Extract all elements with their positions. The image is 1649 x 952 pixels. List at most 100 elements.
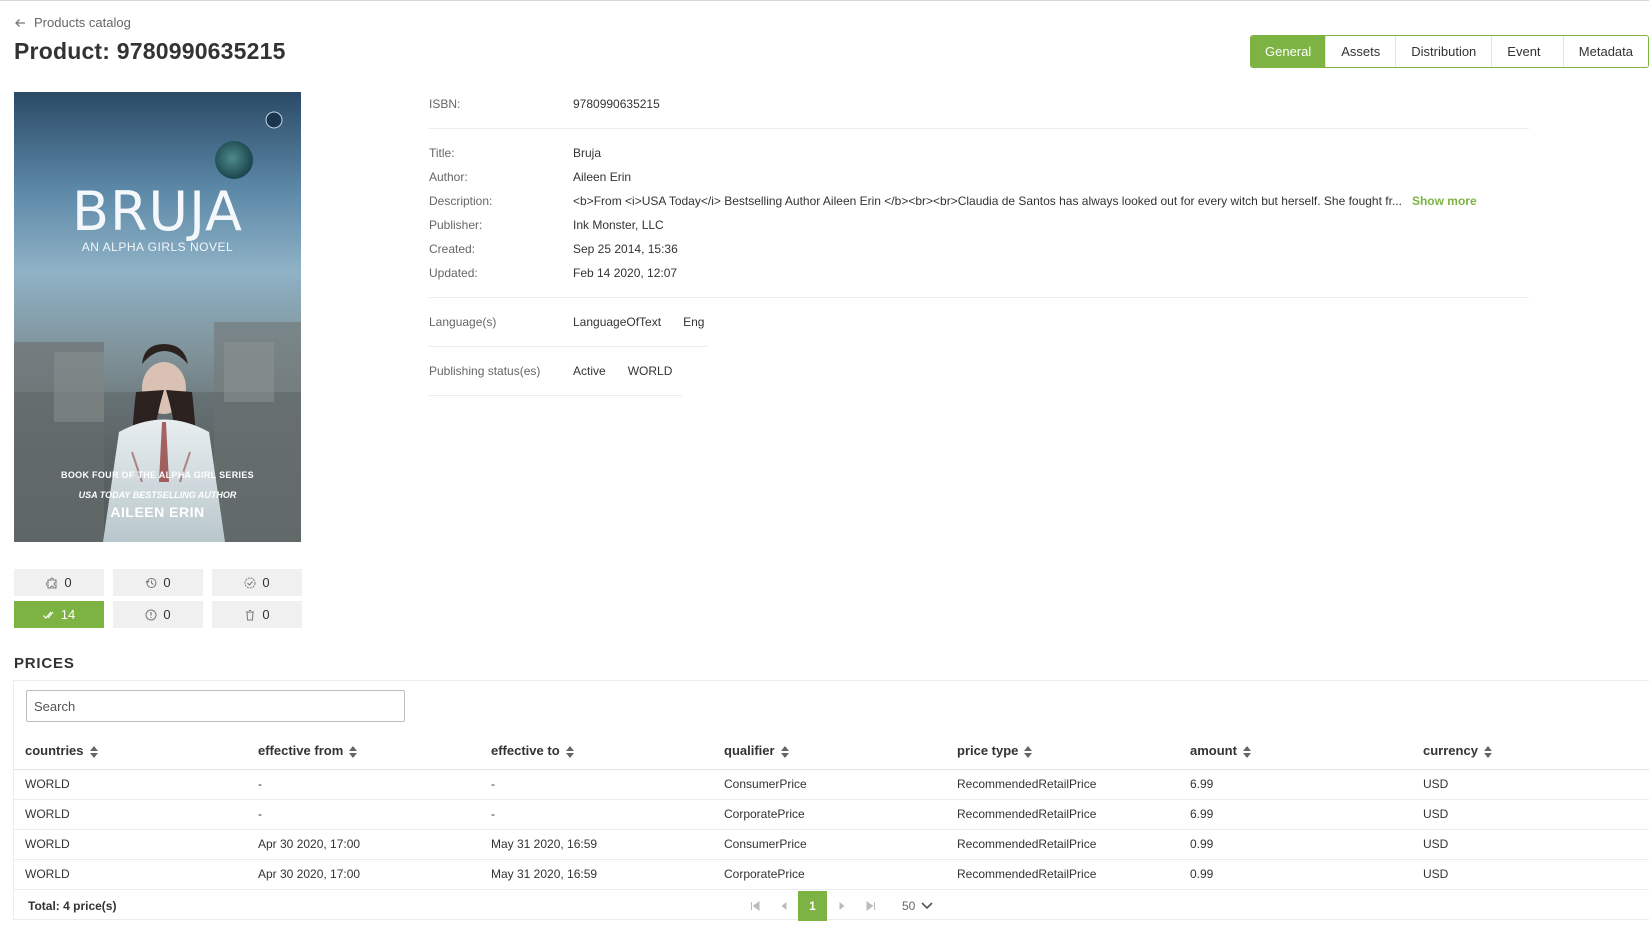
publisher-value: Ink Monster, LLC bbox=[573, 218, 664, 232]
cell-countries: WORLD bbox=[14, 799, 247, 830]
language-row: Language(s) LanguageOfText Eng bbox=[429, 315, 704, 329]
trash-icon bbox=[246, 609, 255, 620]
cell-amount: 6.99 bbox=[1179, 769, 1412, 800]
cell-effective-from: Apr 30 2020, 17:00 bbox=[247, 829, 480, 860]
cell-qualifier: ConsumerPrice bbox=[713, 829, 946, 860]
description-value: <b>From <i>USA Today</i> Bestselling Aut… bbox=[573, 194, 1402, 208]
table-row[interactable]: WORLD Apr 30 2020, 17:00 May 31 2020, 16… bbox=[14, 859, 1649, 890]
cell-amount: 6.99 bbox=[1179, 799, 1412, 830]
last-page-icon bbox=[866, 901, 875, 911]
cell-effective-to: - bbox=[480, 799, 713, 830]
cell-effective-from: - bbox=[247, 799, 480, 830]
counter-history[interactable]: 0 bbox=[113, 569, 203, 596]
title-value: Bruja bbox=[573, 146, 602, 160]
last-page-button[interactable] bbox=[856, 891, 885, 921]
prices-search-input[interactable] bbox=[26, 690, 405, 722]
sort-icon bbox=[1024, 745, 1033, 758]
status-region: WORLD bbox=[627, 364, 673, 378]
cell-effective-from: - bbox=[247, 769, 480, 800]
isbn-label: ISBN: bbox=[429, 97, 461, 111]
created-row: Created: Sep 25 2014, 15:36 bbox=[429, 242, 678, 256]
column-header-countries[interactable]: countries bbox=[14, 733, 247, 770]
first-page-icon bbox=[750, 901, 759, 911]
cover-subtitle: AN ALPHA GIRLS NOVEL bbox=[81, 240, 234, 254]
counter-puzzle[interactable]: 0 bbox=[14, 569, 104, 596]
publisher-label: Publisher: bbox=[429, 218, 483, 232]
cell-qualifier: CorporatePrice bbox=[713, 859, 946, 890]
table-row[interactable]: WORLD - - ConsumerPrice RecommendedRetai… bbox=[14, 769, 1649, 800]
column-header-price-type[interactable]: price type bbox=[946, 733, 1179, 770]
column-header-effective-from[interactable]: effective from bbox=[247, 733, 480, 770]
arrow-left-icon bbox=[15, 18, 25, 27]
first-page-button[interactable] bbox=[740, 891, 769, 921]
counter-alert[interactable]: 0 bbox=[113, 601, 203, 628]
cell-currency: USD bbox=[1412, 769, 1649, 800]
prev-page-button[interactable] bbox=[769, 891, 798, 921]
table-row[interactable]: WORLD Apr 30 2020, 17:00 May 31 2020, 16… bbox=[14, 829, 1649, 860]
column-header-currency[interactable]: currency bbox=[1412, 733, 1649, 770]
prices-heading: PRICES bbox=[14, 655, 75, 672]
cover-series: BOOK FOUR OF THE ALPHA GIRL SERIES bbox=[61, 470, 254, 480]
language-label: Language(s) bbox=[429, 315, 497, 329]
sort-icon bbox=[89, 745, 98, 758]
details-divider bbox=[429, 297, 1529, 298]
column-header-qualifier[interactable]: qualifier bbox=[713, 733, 946, 770]
back-link-label: Products catalog bbox=[34, 15, 131, 30]
check-circle-icon bbox=[244, 577, 256, 588]
tab-event-log[interactable]: Event log bbox=[1491, 36, 1563, 67]
column-header-amount[interactable]: amount bbox=[1179, 733, 1412, 770]
counter-history-value: 0 bbox=[163, 575, 171, 590]
table-header-row: countries effective from effective to qu… bbox=[14, 733, 1649, 770]
language-value: Eng bbox=[683, 315, 705, 329]
page-button-current[interactable]: 1 bbox=[798, 891, 827, 921]
counter-approved[interactable]: 14 bbox=[14, 601, 104, 628]
tab-bar: General Assets Distribution Event log Me… bbox=[1250, 35, 1649, 68]
cell-qualifier: ConsumerPrice bbox=[713, 769, 946, 800]
page-title: Product: 9780990635215 bbox=[14, 38, 286, 64]
table-row[interactable]: WORLD - - CorporatePrice RecommendedReta… bbox=[14, 799, 1649, 830]
author-row: Author: Aileen Erin bbox=[429, 170, 631, 184]
details-divider bbox=[429, 346, 707, 347]
author-value: Aileen Erin bbox=[573, 170, 632, 184]
status-value: Active bbox=[573, 364, 606, 378]
cell-currency: USD bbox=[1412, 859, 1649, 890]
sort-icon bbox=[780, 745, 789, 758]
status-row: Publishing status(es) Active WORLD bbox=[429, 364, 672, 378]
show-more-link[interactable]: Show more bbox=[1412, 194, 1477, 208]
details-divider bbox=[429, 395, 682, 396]
puzzle-icon bbox=[46, 577, 57, 588]
cover-author-tagline: USA TODAY BESTSELLING AUTHOR bbox=[78, 490, 237, 500]
back-link[interactable]: Products catalog bbox=[14, 15, 131, 30]
pagination: 1 50 bbox=[740, 891, 933, 921]
cell-price-type: RecommendedRetailPrice bbox=[946, 859, 1179, 890]
counter-alert-value: 0 bbox=[163, 607, 171, 622]
counter-approved-value: 14 bbox=[60, 607, 76, 622]
counter-check[interactable]: 0 bbox=[212, 569, 302, 596]
description-label: Description: bbox=[429, 194, 493, 208]
status-counters: 0 0 0 14 0 0 bbox=[14, 569, 302, 628]
updated-row: Updated: Feb 14 2020, 12:07 bbox=[429, 266, 677, 280]
page-size-select[interactable]: 50 bbox=[902, 899, 933, 913]
language-type: LanguageOfText bbox=[573, 315, 662, 329]
author-label: Author: bbox=[429, 170, 468, 184]
tab-assets[interactable]: Assets bbox=[1325, 36, 1396, 67]
tab-distribution[interactable]: Distribution bbox=[1395, 36, 1492, 67]
next-page-button[interactable] bbox=[827, 891, 856, 921]
column-header-effective-to[interactable]: effective to bbox=[480, 733, 713, 770]
alert-icon bbox=[145, 609, 157, 620]
cell-price-type: RecommendedRetailPrice bbox=[946, 829, 1179, 860]
tab-metadata[interactable]: Metadata bbox=[1562, 36, 1648, 67]
counter-trash[interactable]: 0 bbox=[212, 601, 302, 628]
prices-table: countries effective from effective to qu… bbox=[14, 733, 1649, 890]
total-count: Total: 4 price(s) bbox=[28, 899, 117, 913]
isbn-value: 9780990635215 bbox=[573, 97, 660, 111]
title-label: Title: bbox=[429, 146, 455, 160]
cell-currency: USD bbox=[1412, 829, 1649, 860]
sort-icon bbox=[565, 745, 574, 758]
tab-general[interactable]: General bbox=[1251, 36, 1326, 67]
cell-countries: WORLD bbox=[14, 829, 247, 860]
cell-price-type: RecommendedRetailPrice bbox=[946, 769, 1179, 800]
updated-label: Updated: bbox=[429, 266, 478, 280]
double-check-icon bbox=[42, 611, 54, 619]
cell-currency: USD bbox=[1412, 799, 1649, 830]
